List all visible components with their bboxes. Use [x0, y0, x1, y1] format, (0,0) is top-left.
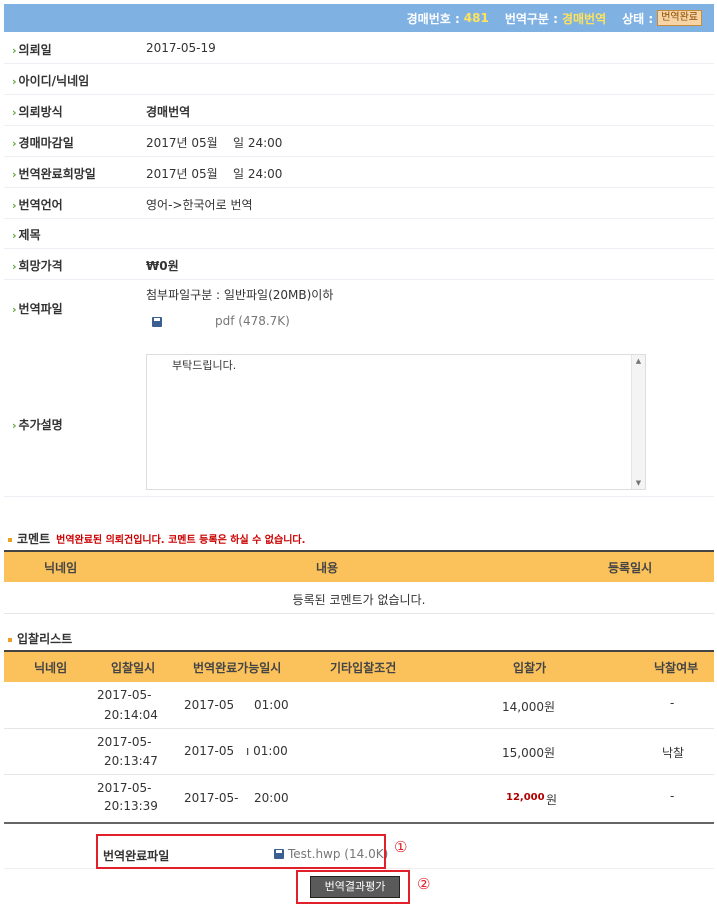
bid-time: 20:14:04 — [104, 708, 158, 722]
row-request-method: › 의뢰방식 경매번역 — [4, 95, 714, 126]
table-footer-line — [4, 822, 714, 824]
file-size-note: 첨부파일구분 : 일반파일(20MB)이하 — [146, 288, 334, 302]
col-bid-result: 낙찰여부 — [654, 661, 699, 675]
comments-table-header: 닉네임 내용 등록일시 — [4, 550, 714, 582]
request-date-value: 2017-05-19 — [146, 41, 216, 55]
chevron-right-icon: › — [12, 419, 17, 432]
desired-completion-value: 2017년 05월 일 24:00 — [146, 167, 283, 181]
col-bid-conditions: 기타입찰조건 — [330, 661, 397, 675]
bid-completion-date: 2017-05 — [184, 698, 235, 712]
save-icon — [152, 317, 162, 327]
bid-date: 2017-05- — [97, 781, 152, 795]
annotation-marker-1: ① — [394, 838, 408, 856]
bid-completion-time: 20:00 — [254, 791, 289, 805]
bid-price: 14,000원 — [502, 700, 556, 714]
chevron-right-icon: › — [12, 106, 17, 119]
scroll-up-icon[interactable]: ▲ — [632, 355, 645, 367]
col-content: 내용 — [316, 561, 339, 575]
bid-completion-time: ı 01:00 — [246, 744, 288, 758]
comments-empty-row: 등록된 코멘트가 없습니다. — [4, 582, 714, 614]
col-registered: 등록일시 — [608, 561, 653, 575]
bid-price-highlight: 12,000 — [506, 792, 545, 803]
col-nickname: 닉네임 — [44, 561, 78, 575]
type-value: 경매번역 — [561, 11, 607, 26]
chevron-right-icon: › — [12, 199, 17, 212]
header-bar: 경매번호 : 481 번역구분 : 경매번역 상태 : 번역완료 — [4, 4, 714, 32]
chevron-right-icon: › — [12, 229, 17, 242]
bid-completion-time: 01:00 — [254, 698, 289, 712]
translation-file-link[interactable]: pdf (478.7K) — [215, 314, 290, 328]
bid-completion-date: 2017-05- — [184, 791, 239, 805]
bids-table-header: 닉네임 입찰일시 번역완료가능일시 기타입찰조건 입찰가 낙찰여부 — [4, 650, 714, 682]
user-id-label: › 아이디/닉네임 — [12, 74, 90, 88]
row-translation-file: › 번역파일 첨부파일구분 : 일반파일(20MB)이하 pdf (478.7K) — [4, 280, 714, 349]
annotation-box-1 — [96, 834, 386, 869]
bid-date: 2017-05- — [97, 688, 152, 702]
desired-price-value: ₩0원 — [146, 259, 179, 273]
col-bid-price: 입찰가 — [513, 661, 547, 675]
chevron-right-icon: › — [12, 303, 17, 316]
status-badge: 번역완료 — [657, 10, 702, 26]
request-method-value: 경매번역 — [146, 105, 191, 119]
extra-desc-text: 부탁드립니다. — [172, 359, 237, 372]
bid-price: 15,000원 — [502, 746, 556, 760]
row-request-date: › 의뢰일 2017-05-19 — [4, 33, 714, 64]
bullet-icon — [8, 537, 12, 542]
auction-deadline-value: 2017년 05월 일 24:00 — [146, 136, 283, 150]
request-date-label: › 의뢰일 — [12, 43, 52, 57]
language-value: 영어->한국어로 번역 — [146, 198, 253, 212]
translation-file-label: › 번역파일 — [12, 302, 63, 316]
comments-title: 코멘트 번역완료된 의뢰건입니다. 코멘트 등록은 하실 수 없습니다. — [8, 530, 305, 547]
bid-result: - — [670, 696, 675, 710]
chevron-right-icon: › — [12, 44, 17, 57]
bids-title: 입찰리스트 — [8, 630, 72, 647]
extra-desc-textarea[interactable]: 부탁드립니다. ▲ ▼ — [146, 354, 646, 490]
row-desired-completion: › 번역완료희망일 2017년 05월 일 24:00 — [4, 157, 714, 188]
comments-empty-text: 등록된 코멘트가 없습니다. — [292, 593, 426, 607]
col-bid-date: 입찰일시 — [111, 661, 156, 675]
chevron-right-icon: › — [12, 168, 17, 181]
annotation-marker-2: ② — [417, 875, 431, 893]
comments-warning: 번역완료된 의뢰건입니다. 코멘트 등록은 하실 수 없습니다. — [56, 535, 306, 546]
auction-no-label: 경매번호 : — [406, 11, 460, 26]
type-label: 번역구분 : — [504, 11, 558, 26]
row-auction-deadline: › 경매마감일 2017년 05월 일 24:00 — [4, 126, 714, 157]
auction-deadline-label: › 경매마감일 — [12, 136, 74, 150]
row-user-id: › 아이디/닉네임 — [4, 64, 714, 95]
bid-row: 2017-05- 20:13:47 2017-05 ı 01:00 15,000… — [4, 729, 714, 775]
scroll-down-icon[interactable]: ▼ — [632, 477, 645, 489]
row-title: › 제목 — [4, 219, 714, 249]
row-language: › 번역언어 영어->한국어로 번역 — [4, 188, 714, 219]
desired-price-label: › 희망가격 — [12, 259, 63, 273]
col-bid-nickname: 닉네임 — [34, 661, 68, 675]
col-bid-completion: 번역완료가능일시 — [193, 661, 282, 675]
title-label: › 제목 — [12, 228, 41, 242]
request-method-label: › 의뢰방식 — [12, 105, 63, 119]
extra-desc-label: › 추가설명 — [12, 418, 63, 432]
chevron-right-icon: › — [12, 75, 17, 88]
bid-row: 2017-05- 20:13:39 2017-05- 20:00 12,000 … — [4, 775, 714, 822]
language-label: › 번역언어 — [12, 198, 63, 212]
bid-time: 20:13:47 — [104, 754, 158, 768]
textarea-scrollbar[interactable]: ▲ ▼ — [631, 355, 645, 489]
bid-result: 낙찰 — [662, 746, 685, 760]
evaluate-result-button[interactable]: 번역결과평가 — [310, 876, 400, 898]
status-label: 상태 : — [622, 11, 654, 26]
chevron-right-icon: › — [12, 260, 17, 273]
bid-row: 2017-05- 20:14:04 2017-05 01:00 14,000원 … — [4, 682, 714, 729]
chevron-right-icon: › — [12, 137, 17, 150]
bid-result: - — [670, 789, 675, 803]
bid-date: 2017-05- — [97, 735, 152, 749]
bid-completion-date: 2017-05 — [184, 744, 235, 758]
desired-completion-label: › 번역완료희망일 — [12, 167, 96, 181]
bid-time: 20:13:39 — [104, 799, 158, 813]
auction-no: 481 — [463, 11, 489, 25]
bullet-icon — [8, 637, 12, 642]
row-desired-price: › 희망가격 ₩0원 — [4, 249, 714, 280]
bid-price-unit: 원 — [546, 793, 558, 807]
